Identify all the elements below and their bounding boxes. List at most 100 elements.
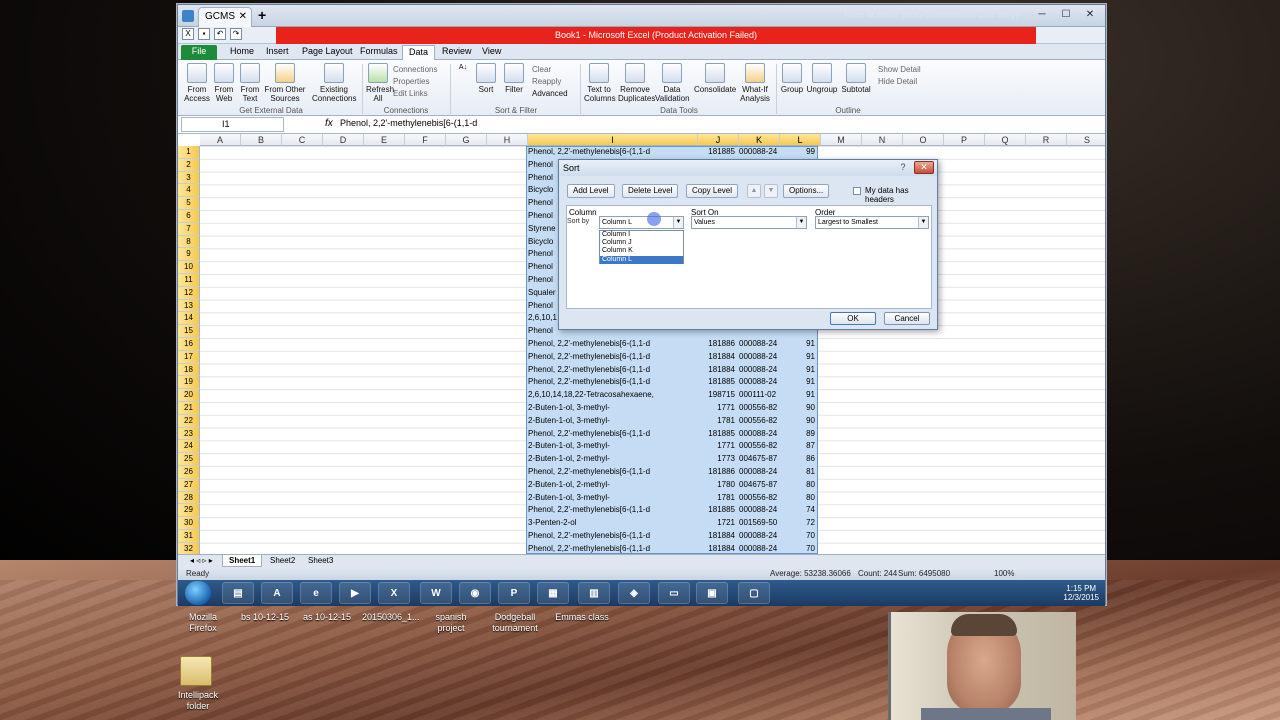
table-row[interactable]: Phenol, 2,2'-methylenebis[6-(1,1-d 181885… bbox=[527, 504, 817, 517]
from-other-sources-button[interactable]: From Other Sources bbox=[264, 63, 306, 103]
folder-icon[interactable] bbox=[180, 656, 212, 686]
cell[interactable]: 1781 bbox=[699, 492, 735, 505]
add-level-button[interactable]: Add Level bbox=[567, 184, 615, 198]
tab-formulas[interactable]: Formulas bbox=[354, 45, 404, 60]
row-header[interactable]: 9 bbox=[178, 248, 200, 262]
app-icon-3[interactable]: ◈ bbox=[618, 582, 650, 604]
cell[interactable]: 2,6,10,14,18,22-Tetracosahexaene, bbox=[528, 389, 696, 402]
row-header[interactable]: 24 bbox=[178, 440, 200, 454]
move-down-icon[interactable]: ▼ bbox=[764, 184, 778, 198]
cell[interactable]: Phenol, 2,2'-methylenebis[6-(1,1-d bbox=[528, 543, 696, 554]
column-header-d[interactable]: D bbox=[323, 134, 364, 146]
cell[interactable]: Phenol, 2,2'-methylenebis[6-(1,1-d bbox=[528, 504, 696, 517]
cell[interactable]: 000556-82 bbox=[739, 492, 799, 505]
cell[interactable]: 2-Buten-1-ol, 3-methyl- bbox=[528, 402, 696, 415]
formula-input[interactable]: Phenol, 2,2'-methylenebis[6-(1,1-d bbox=[340, 118, 477, 128]
app-icon-1[interactable]: ▦ bbox=[537, 582, 569, 604]
copy-level-button[interactable]: Copy Level bbox=[686, 184, 739, 198]
chevron-down-icon[interactable]: ▼ bbox=[796, 217, 806, 228]
column-header-m[interactable]: M bbox=[821, 134, 862, 146]
word-icon[interactable]: W bbox=[420, 582, 452, 604]
cell[interactable]: 000556-82 bbox=[739, 440, 799, 453]
subtotal-button[interactable]: Subtotal bbox=[840, 63, 872, 94]
column-header-c[interactable]: C bbox=[282, 134, 323, 146]
table-row[interactable]: Phenol, 2,2'-methylenebis[6-(1,1-d 181885… bbox=[527, 376, 817, 389]
cell[interactable]: 91 bbox=[799, 376, 815, 389]
row-header[interactable]: 30 bbox=[178, 517, 200, 530]
table-row[interactable]: Phenol, 2,2'-methylenebis[6-(1,1-d 181885… bbox=[527, 428, 817, 441]
column-header-e[interactable]: E bbox=[364, 134, 405, 146]
row-header[interactable]: 17 bbox=[178, 350, 200, 364]
table-row[interactable]: 2-Buten-1-ol, 2-methyl- 1780 004675-87 80 bbox=[527, 479, 817, 492]
desktop-icon-dodgeball[interactable]: Dodgeball tournament bbox=[486, 612, 544, 634]
cell[interactable]: 91 bbox=[799, 351, 815, 364]
cell[interactable]: 99 bbox=[799, 146, 815, 159]
cell[interactable]: 91 bbox=[799, 389, 815, 402]
zoom-level[interactable]: 100% bbox=[994, 567, 1014, 580]
row-header[interactable]: 31 bbox=[178, 530, 200, 543]
row-header[interactable]: 18 bbox=[178, 363, 200, 377]
remove-duplicates-button[interactable]: Remove Duplicates bbox=[618, 63, 655, 103]
cell[interactable]: 181885 bbox=[699, 146, 735, 159]
table-row[interactable]: Phenol, 2,2'-methylenebis[6-(1,1-d 181885… bbox=[527, 146, 817, 159]
cell[interactable]: 80 bbox=[799, 492, 815, 505]
dropdown-option[interactable]: Column J bbox=[600, 239, 683, 247]
sort-on-select[interactable]: Values ▼ bbox=[691, 216, 807, 229]
cell[interactable]: Phenol, 2,2'-methylenebis[6-(1,1-d bbox=[528, 338, 696, 351]
row-header[interactable]: 3 bbox=[178, 171, 200, 185]
column-header-o[interactable]: O bbox=[903, 134, 944, 146]
cancel-button[interactable]: Cancel bbox=[884, 312, 930, 325]
powerpoint-icon[interactable]: P bbox=[498, 582, 530, 604]
filter-button[interactable]: Filter bbox=[502, 63, 526, 94]
cell[interactable]: 2-Buten-1-ol, 3-methyl- bbox=[528, 492, 696, 505]
cell[interactable]: 181885 bbox=[699, 428, 735, 441]
cell[interactable]: 181884 bbox=[699, 351, 735, 364]
row-header[interactable]: 16 bbox=[178, 338, 200, 351]
acrobat-icon[interactable]: A bbox=[261, 582, 293, 604]
column-header-f[interactable]: F bbox=[405, 134, 446, 146]
browser-tab[interactable]: GCMS ✕ bbox=[198, 7, 252, 27]
table-row[interactable]: 3-Penten-2-ol 1721 001569-50 72 bbox=[527, 517, 817, 530]
group-button[interactable]: Group bbox=[780, 63, 804, 94]
column-select[interactable]: Column L ▼ bbox=[599, 216, 684, 229]
ie-icon[interactable]: e bbox=[300, 582, 332, 604]
close-icon[interactable]: ✕ bbox=[1079, 7, 1101, 23]
cell[interactable]: 91 bbox=[799, 338, 815, 351]
table-row[interactable]: Phenol, 2,2'-methylenebis[6-(1,1-d 181886… bbox=[527, 466, 817, 479]
column-header-h[interactable]: H bbox=[487, 134, 528, 146]
system-clock[interactable]: 1:15 PM 12/3/2015 bbox=[1063, 584, 1099, 602]
chevron-down-icon[interactable]: ▼ bbox=[918, 217, 928, 228]
sort-asc-button[interactable]: A↓ bbox=[456, 63, 470, 72]
tab-view[interactable]: View bbox=[476, 45, 507, 60]
table-row[interactable]: 2,6,10,14,18,22-Tetracosahexaene, 198715 0… bbox=[527, 389, 817, 402]
cell[interactable]: 000088-24 bbox=[739, 466, 799, 479]
table-row[interactable]: Phenol, 2,2'-methylenebis[6-(1,1-d 181884… bbox=[527, 543, 817, 554]
column-header-g[interactable]: G bbox=[446, 134, 487, 146]
row-header[interactable]: 10 bbox=[178, 261, 200, 274]
row-header[interactable]: 5 bbox=[178, 197, 200, 210]
connections-button[interactable]: Connections bbox=[393, 64, 437, 76]
close-tab-icon[interactable]: ✕ bbox=[239, 11, 247, 22]
cell[interactable]: 198715 bbox=[699, 389, 735, 402]
tab-home[interactable]: Home bbox=[224, 45, 260, 60]
row-header[interactable]: 25 bbox=[178, 453, 200, 466]
cell[interactable]: Phenol, 2,2'-methylenebis[6-(1,1-d bbox=[528, 466, 696, 479]
dropdown-option[interactable]: Column I bbox=[600, 231, 683, 239]
cell[interactable]: 90 bbox=[799, 402, 815, 415]
cell[interactable]: Phenol, 2,2'-methylenebis[6-(1,1-d bbox=[528, 351, 696, 364]
cell[interactable]: 2-Buten-1-ol, 3-methyl- bbox=[528, 440, 696, 453]
column-header-i[interactable]: I bbox=[528, 134, 698, 146]
column-header-j[interactable]: J bbox=[698, 134, 739, 146]
cell[interactable]: 000088-24 bbox=[739, 376, 799, 389]
tab-insert[interactable]: Insert bbox=[260, 45, 295, 60]
cell[interactable]: 000556-82 bbox=[739, 402, 799, 415]
sheet-tab-3[interactable]: Sheet3 bbox=[302, 555, 339, 567]
headers-checkbox[interactable] bbox=[853, 187, 861, 195]
dropdown-option-selected[interactable]: Column L bbox=[600, 255, 683, 264]
column-header-l[interactable]: L bbox=[780, 134, 821, 146]
desktop-icon-intellipack[interactable]: Intellipack folder bbox=[174, 690, 222, 712]
row-header[interactable]: 28 bbox=[178, 491, 200, 505]
row-header[interactable]: 2 bbox=[178, 158, 200, 172]
table-row[interactable]: Phenol, 2,2'-methylenebis[6-(1,1-d 181886… bbox=[527, 338, 817, 351]
desktop-icon-bs[interactable]: bs 10-12-15 bbox=[238, 612, 292, 634]
